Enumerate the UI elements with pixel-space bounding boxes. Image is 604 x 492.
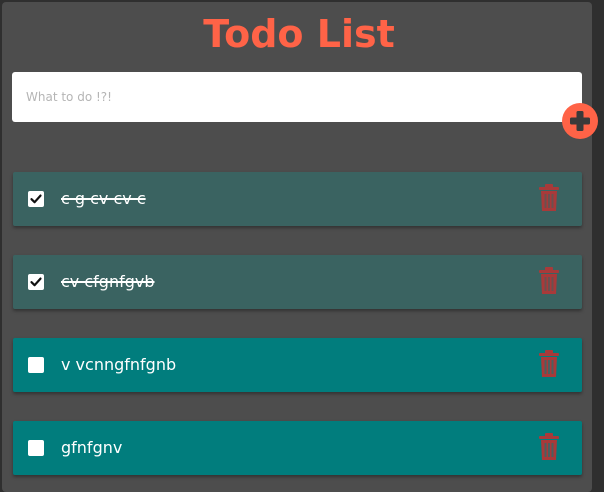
todo-checkbox[interactable] <box>28 440 44 456</box>
todo-app: Todo List c g cv cv c <box>2 2 592 492</box>
todo-item: c g cv cv c <box>13 172 582 226</box>
todo-text: gfnfgnv <box>61 438 123 457</box>
todo-item: gfnfgnv <box>13 421 582 475</box>
todo-input[interactable] <box>12 72 582 122</box>
todo-checkbox[interactable] <box>28 357 44 373</box>
page-title: Todo List <box>203 12 395 56</box>
trash-icon[interactable] <box>537 433 561 461</box>
todo-item: v vcnngfnfgnb <box>13 338 582 392</box>
todo-checkbox[interactable] <box>28 274 44 290</box>
trash-icon[interactable] <box>537 267 561 295</box>
add-todo-button[interactable] <box>562 103 598 139</box>
todo-text: v vcnngfnfgnb <box>61 355 177 374</box>
todo-item: cv cfgnfgvb <box>13 255 582 309</box>
trash-icon[interactable] <box>537 350 561 378</box>
checkmark-icon <box>30 277 42 287</box>
todo-text: c g cv cv c <box>61 189 146 208</box>
todo-text: cv cfgnfgvb <box>61 272 155 291</box>
todo-input-wrapper <box>12 72 582 122</box>
plus-icon <box>570 111 590 131</box>
checkmark-icon <box>30 194 42 204</box>
trash-icon[interactable] <box>537 184 561 212</box>
todo-checkbox[interactable] <box>28 191 44 207</box>
